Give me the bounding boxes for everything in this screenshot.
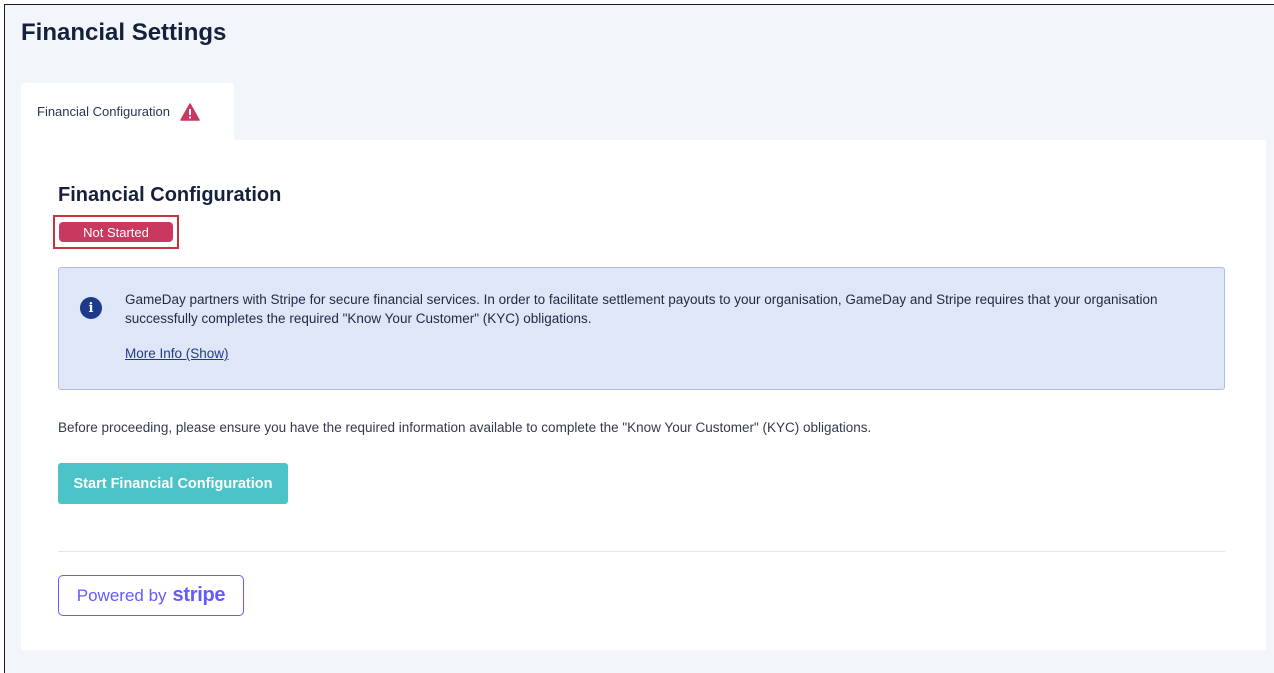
tab-label: Financial Configuration: [37, 104, 170, 119]
page-title: Financial Settings: [21, 19, 227, 46]
page-frame: Financial Settings Financial Configurati…: [4, 4, 1274, 673]
powered-by-label: Powered by: [76, 585, 167, 605]
divider: [58, 551, 1225, 552]
warning-icon: [180, 102, 200, 121]
start-financial-configuration-button[interactable]: Start Financial Configuration: [58, 463, 288, 504]
financial-configuration-panel: Financial Configuration Not Started i Ga…: [21, 140, 1266, 650]
more-info-link[interactable]: More Info (Show): [125, 346, 229, 361]
stripe-logo: stripe: [172, 584, 226, 606]
kyc-note: Before proceeding, please ensure you hav…: [58, 420, 872, 435]
info-icon: i: [80, 297, 102, 319]
status-badge: Not Started: [59, 222, 173, 242]
section-title: Financial Configuration: [58, 184, 282, 206]
tab-financial-configuration[interactable]: Financial Configuration: [21, 83, 234, 140]
info-callout: i GameDay partners with Stripe for secur…: [58, 267, 1225, 390]
powered-by-stripe-badge[interactable]: Powered by stripe: [58, 575, 244, 616]
info-text: GameDay partners with Stripe for secure …: [125, 292, 1158, 326]
